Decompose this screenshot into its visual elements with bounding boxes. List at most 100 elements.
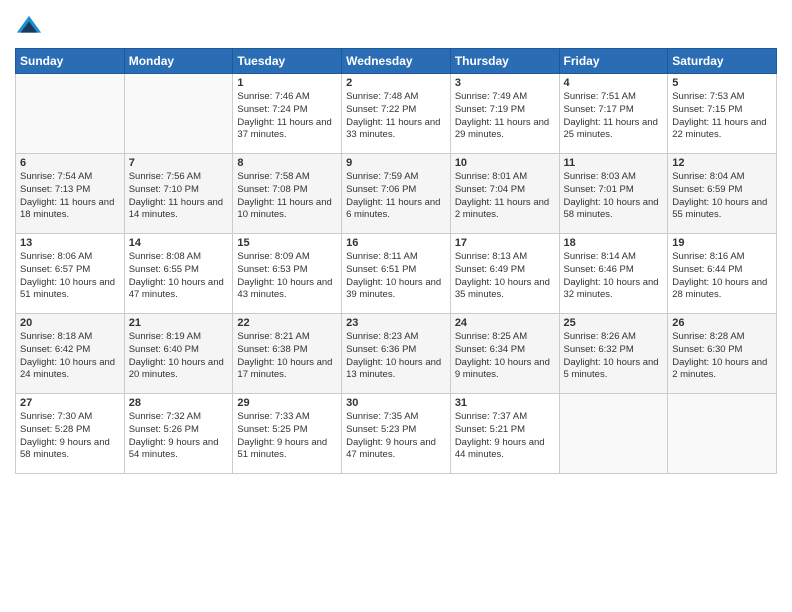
cell-info: Sunrise: 8:26 AM Sunset: 6:32 PM Dayligh… — [564, 331, 664, 382]
cell-info: Sunrise: 7:53 AM Sunset: 7:15 PM Dayligh… — [672, 91, 772, 142]
calendar-cell: 4Sunrise: 7:51 AM Sunset: 7:17 PM Daylig… — [559, 74, 668, 154]
day-number: 14 — [129, 237, 229, 249]
day-number: 19 — [672, 237, 772, 249]
day-number: 11 — [564, 157, 664, 169]
calendar-cell: 29 Sunrise: 7:33 AM Sunset: 5:25 PM Dayli… — [233, 394, 342, 474]
calendar-cell: 19 Sunrise: 8:16 AM Sunset: 6:44 PM Dayli… — [668, 234, 777, 314]
calendar-cell — [124, 74, 233, 154]
day-number: 8 — [237, 157, 337, 169]
cell-info: Sunrise: 7:49 AM Sunset: 7:19 PM Dayligh… — [455, 91, 555, 142]
cell-info: Sunrise: 8:23 AM Sunset: 6:36 PM Dayligh… — [346, 331, 446, 382]
cell-info: Sunrise: 7:30 AM Sunset: 5:28 PM Dayligh… — [20, 411, 120, 462]
calendar-cell: 18 Sunrise: 8:14 AM Sunset: 6:46 PM Dayli… — [559, 234, 668, 314]
calendar-header: SundayMondayTuesdayWednesdayThursdayFrid… — [16, 49, 777, 74]
cell-info: Sunrise: 8:11 AM Sunset: 6:51 PM Dayligh… — [346, 251, 446, 302]
calendar-cell: 30Sunrise: 7:35 AM Sunset: 5:23 PM Dayli… — [342, 394, 451, 474]
day-header: Wednesday — [342, 49, 451, 74]
calendar-cell: 22 Sunrise: 8:21 AM Sunset: 6:38 PM Dayli… — [233, 314, 342, 394]
calendar-cell: 16 Sunrise: 8:11 AM Sunset: 6:51 PM Dayli… — [342, 234, 451, 314]
calendar-cell: 27Sunrise: 7:30 AM Sunset: 5:28 PM Dayli… — [16, 394, 125, 474]
calendar-table: SundayMondayTuesdayWednesdayThursdayFrid… — [15, 48, 777, 474]
cell-info: Sunrise: 8:14 AM Sunset: 6:46 PM Dayligh… — [564, 251, 664, 302]
day-number: 6 — [20, 157, 120, 169]
day-number: 3 — [455, 77, 555, 89]
cell-info: Sunrise: 8:09 AM Sunset: 6:53 PM Dayligh… — [237, 251, 337, 302]
calendar-cell — [559, 394, 668, 474]
cell-info: Sunrise: 7:33 AM Sunset: 5:25 PM Dayligh… — [237, 411, 337, 462]
day-header: Tuesday — [233, 49, 342, 74]
day-number: 17 — [455, 237, 555, 249]
calendar-week-row: 1 Sunrise: 7:46 AM Sunset: 7:24 PM Daylig… — [16, 74, 777, 154]
day-number: 7 — [129, 157, 229, 169]
cell-info: Sunrise: 8:21 AM Sunset: 6:38 PM Dayligh… — [237, 331, 337, 382]
cell-info: Sunrise: 8:28 AM Sunset: 6:30 PM Dayligh… — [672, 331, 772, 382]
day-number: 13 — [20, 237, 120, 249]
day-number: 18 — [564, 237, 664, 249]
calendar-cell: 11 Sunrise: 8:03 AM Sunset: 7:01 PM Dayli… — [559, 154, 668, 234]
calendar-cell: 17 Sunrise: 8:13 AM Sunset: 6:49 PM Dayli… — [450, 234, 559, 314]
day-number: 16 — [346, 237, 446, 249]
logo — [15, 14, 45, 42]
day-number: 28 — [129, 397, 229, 409]
day-header: Friday — [559, 49, 668, 74]
cell-info: Sunrise: 7:48 AM Sunset: 7:22 PM Dayligh… — [346, 91, 446, 142]
day-header: Saturday — [668, 49, 777, 74]
calendar-cell: 6 Sunrise: 7:54 AM Sunset: 7:13 PM Daylig… — [16, 154, 125, 234]
calendar-cell: 25Sunrise: 8:26 AM Sunset: 6:32 PM Dayli… — [559, 314, 668, 394]
calendar-cell: 3 Sunrise: 7:49 AM Sunset: 7:19 PM Daylig… — [450, 74, 559, 154]
cell-info: Sunrise: 8:03 AM Sunset: 7:01 PM Dayligh… — [564, 171, 664, 222]
calendar-body: 1 Sunrise: 7:46 AM Sunset: 7:24 PM Daylig… — [16, 74, 777, 474]
cell-info: Sunrise: 8:13 AM Sunset: 6:49 PM Dayligh… — [455, 251, 555, 302]
calendar-cell: 7Sunrise: 7:56 AM Sunset: 7:10 PM Daylig… — [124, 154, 233, 234]
day-number: 12 — [672, 157, 772, 169]
day-number: 22 — [237, 317, 337, 329]
day-number: 9 — [346, 157, 446, 169]
day-number: 26 — [672, 317, 772, 329]
day-number: 1 — [237, 77, 337, 89]
cell-info: Sunrise: 7:46 AM Sunset: 7:24 PM Dayligh… — [237, 91, 337, 142]
day-number: 2 — [346, 77, 446, 89]
cell-info: Sunrise: 8:06 AM Sunset: 6:57 PM Dayligh… — [20, 251, 120, 302]
day-number: 24 — [455, 317, 555, 329]
calendar-cell: 5Sunrise: 7:53 AM Sunset: 7:15 PM Daylig… — [668, 74, 777, 154]
day-number: 31 — [455, 397, 555, 409]
calendar-cell: 20Sunrise: 8:18 AM Sunset: 6:42 PM Dayli… — [16, 314, 125, 394]
calendar-cell: 15 Sunrise: 8:09 AM Sunset: 6:53 PM Dayli… — [233, 234, 342, 314]
calendar-cell: 2 Sunrise: 7:48 AM Sunset: 7:22 PM Daylig… — [342, 74, 451, 154]
calendar-cell: 12 Sunrise: 8:04 AM Sunset: 6:59 PM Dayli… — [668, 154, 777, 234]
cell-info: Sunrise: 7:59 AM Sunset: 7:06 PM Dayligh… — [346, 171, 446, 222]
cell-info: Sunrise: 8:08 AM Sunset: 6:55 PM Dayligh… — [129, 251, 229, 302]
cell-info: Sunrise: 7:58 AM Sunset: 7:08 PM Dayligh… — [237, 171, 337, 222]
logo-icon — [15, 14, 43, 42]
day-number: 29 — [237, 397, 337, 409]
calendar-cell: 9 Sunrise: 7:59 AM Sunset: 7:06 PM Daylig… — [342, 154, 451, 234]
day-header: Thursday — [450, 49, 559, 74]
cell-info: Sunrise: 8:04 AM Sunset: 6:59 PM Dayligh… — [672, 171, 772, 222]
day-number: 15 — [237, 237, 337, 249]
calendar-week-row: 13 Sunrise: 8:06 AM Sunset: 6:57 PM Dayli… — [16, 234, 777, 314]
cell-info: Sunrise: 8:18 AM Sunset: 6:42 PM Dayligh… — [20, 331, 120, 382]
calendar-week-row: 20Sunrise: 8:18 AM Sunset: 6:42 PM Dayli… — [16, 314, 777, 394]
day-number: 23 — [346, 317, 446, 329]
calendar-cell: 24Sunrise: 8:25 AM Sunset: 6:34 PM Dayli… — [450, 314, 559, 394]
day-number: 21 — [129, 317, 229, 329]
calendar-cell: 28 Sunrise: 7:32 AM Sunset: 5:26 PM Dayli… — [124, 394, 233, 474]
calendar-week-row: 27Sunrise: 7:30 AM Sunset: 5:28 PM Dayli… — [16, 394, 777, 474]
cell-info: Sunrise: 7:32 AM Sunset: 5:26 PM Dayligh… — [129, 411, 229, 462]
day-number: 4 — [564, 77, 664, 89]
cell-info: Sunrise: 7:37 AM Sunset: 5:21 PM Dayligh… — [455, 411, 555, 462]
calendar-cell — [16, 74, 125, 154]
day-number: 30 — [346, 397, 446, 409]
header-row: SundayMondayTuesdayWednesdayThursdayFrid… — [16, 49, 777, 74]
day-header: Sunday — [16, 49, 125, 74]
calendar-cell: 8 Sunrise: 7:58 AM Sunset: 7:08 PM Daylig… — [233, 154, 342, 234]
header — [15, 10, 777, 42]
cell-info: Sunrise: 7:54 AM Sunset: 7:13 PM Dayligh… — [20, 171, 120, 222]
calendar-cell: 26 Sunrise: 8:28 AM Sunset: 6:30 PM Dayli… — [668, 314, 777, 394]
calendar-cell — [668, 394, 777, 474]
calendar-cell: 31 Sunrise: 7:37 AM Sunset: 5:21 PM Dayli… — [450, 394, 559, 474]
calendar-cell: 23 Sunrise: 8:23 AM Sunset: 6:36 PM Dayli… — [342, 314, 451, 394]
cell-info: Sunrise: 8:16 AM Sunset: 6:44 PM Dayligh… — [672, 251, 772, 302]
day-number: 10 — [455, 157, 555, 169]
page-container: SundayMondayTuesdayWednesdayThursdayFrid… — [0, 0, 792, 484]
